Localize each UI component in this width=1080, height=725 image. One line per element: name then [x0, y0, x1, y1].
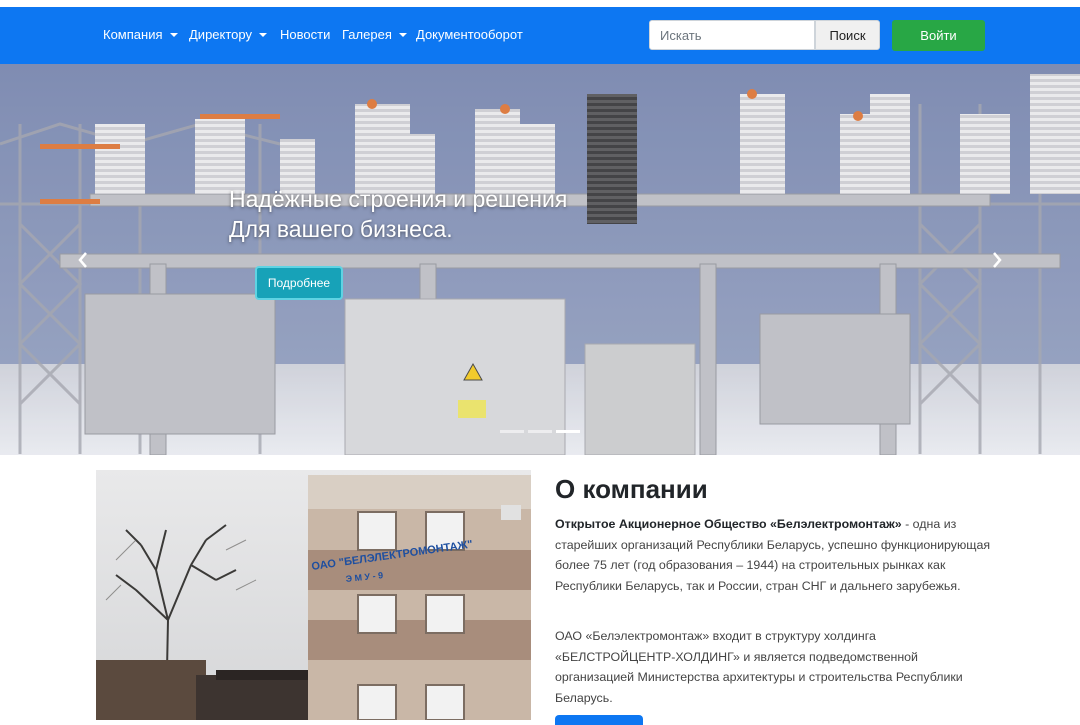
caret-down-icon [398, 32, 407, 37]
hero-more-button[interactable]: Подробнее [255, 266, 343, 300]
caret-down-icon [258, 32, 267, 37]
nav-item-director[interactable]: Директору [189, 27, 267, 42]
chevron-right-icon [993, 252, 1002, 268]
carousel-indicator[interactable] [528, 430, 552, 433]
nav-item-label: Галерея [342, 27, 392, 42]
about-paragraph-2: ОАО «Белэлектромонтаж» входит в структур… [555, 629, 963, 705]
about-paragraph-1: Открытое Акционерное Общество «Белэлектр… [555, 514, 995, 596]
caret-down-icon [169, 32, 178, 37]
about-more-button[interactable] [555, 715, 643, 725]
building-illustration: ОАО "БЕЛЭЛЕКТРОМОНТАЖ" Э М У - 9 [96, 470, 531, 720]
substation-photo [0, 64, 1080, 455]
top-strip [0, 0, 1080, 7]
nav-item-gallery[interactable]: Галерея [342, 27, 407, 42]
carousel-indicators [500, 430, 580, 433]
nav-item-label: Документооборот [416, 27, 523, 42]
hero-carousel: Надёжные строения и решения Для вашего б… [0, 64, 1080, 455]
nav-item-label: Новости [280, 27, 331, 42]
carousel-indicator[interactable] [500, 430, 524, 433]
nav-item-label: Компания [103, 27, 163, 42]
carousel-prev-button[interactable] [72, 248, 94, 272]
chevron-left-icon [78, 252, 87, 268]
carousel-next-button[interactable] [986, 248, 1008, 272]
nav-item-label: Директору [189, 27, 252, 42]
nav-item-company[interactable]: Компания [103, 27, 178, 42]
hero-title-line-2: Для вашего бизнеса. [229, 216, 453, 242]
search-button[interactable]: Поиск [815, 20, 880, 50]
hero-title-line-1: Надёжные строения и решения [229, 186, 568, 212]
search-input[interactable] [649, 20, 815, 50]
nav-item-documents[interactable]: Документооборот [416, 27, 523, 42]
navbar: Компания Директору Новости Галерея Докум… [0, 7, 1080, 64]
carousel-indicator-active[interactable] [556, 430, 580, 433]
nav-item-news[interactable]: Новости [280, 27, 330, 42]
about-title: О компании [555, 474, 708, 504]
company-full-name: Открытое Акционерное Общество «Белэлектр… [555, 517, 902, 531]
company-building-photo: ОАО "БЕЛЭЛЕКТРОМОНТАЖ" Э М У - 9 [96, 470, 531, 720]
login-button[interactable]: Войти [892, 20, 985, 51]
hero-title: Надёжные строения и решения Для вашего б… [229, 184, 567, 244]
